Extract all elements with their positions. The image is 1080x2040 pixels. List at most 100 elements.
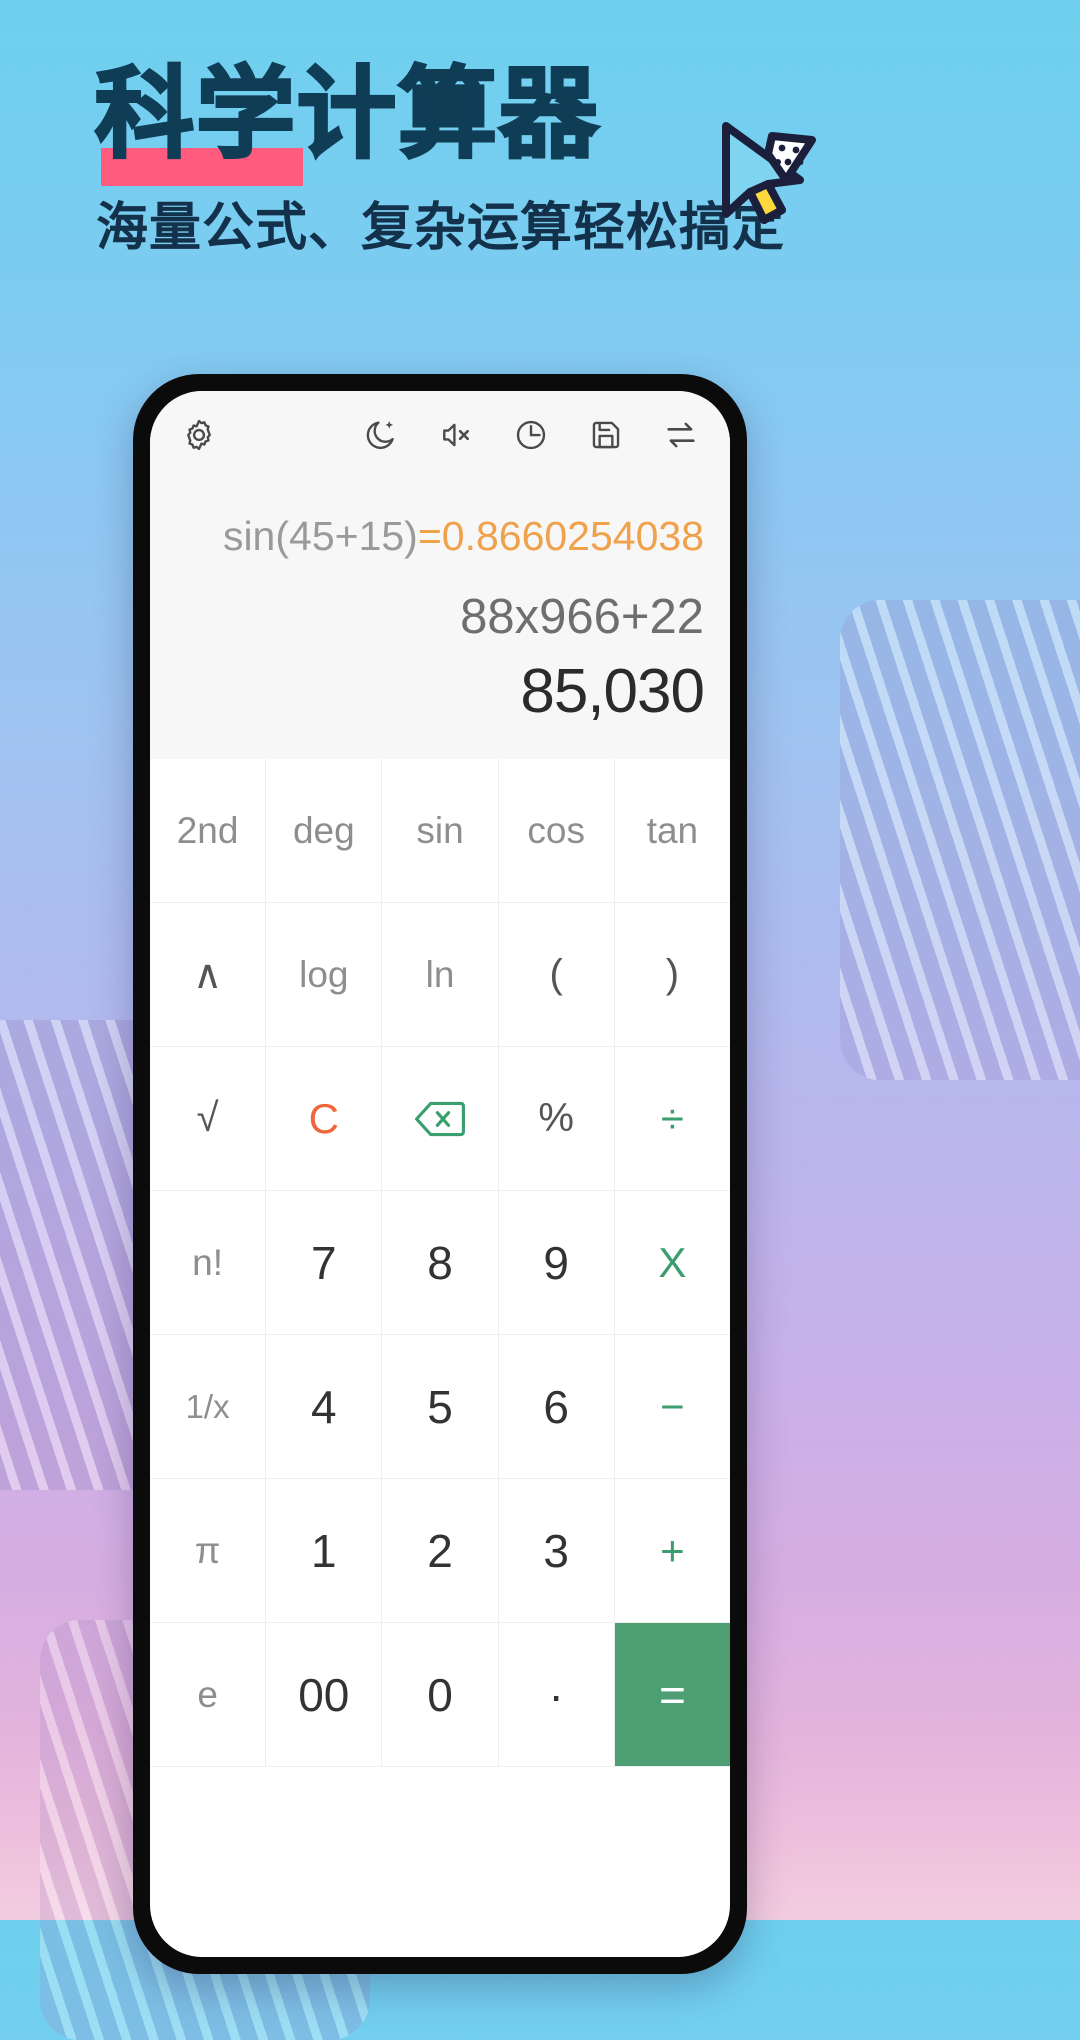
keypad-row: π 1 2 3 + bbox=[150, 1479, 730, 1623]
key-x[interactable]: X bbox=[614, 1191, 730, 1335]
key-label: 2nd bbox=[176, 809, 239, 851]
key-1-x[interactable]: 1/x bbox=[150, 1335, 267, 1479]
key-label: = bbox=[658, 1668, 686, 1721]
key-log[interactable]: log bbox=[266, 903, 383, 1047]
key-label: 9 bbox=[543, 1236, 569, 1289]
key-3[interactable]: 3 bbox=[498, 1479, 615, 1623]
history-equals: = bbox=[417, 512, 442, 559]
key-label: n! bbox=[192, 1241, 224, 1283]
key-label: ∧ bbox=[192, 952, 223, 997]
key-label: cos bbox=[527, 809, 585, 851]
key-[interactable]: ÷ bbox=[614, 1047, 730, 1191]
key-deg[interactable]: deg bbox=[266, 759, 383, 903]
key-label: + bbox=[660, 1526, 685, 1574]
key-n[interactable]: n! bbox=[150, 1191, 267, 1335]
decorative-stripes-right bbox=[840, 600, 1080, 1080]
key-0[interactable]: 0 bbox=[382, 1623, 499, 1767]
keypad-row: √ C% ÷ bbox=[150, 1047, 730, 1191]
key-label: ( bbox=[549, 952, 563, 996]
key-label: · bbox=[548, 1668, 564, 1721]
key-[interactable]: = bbox=[614, 1623, 730, 1767]
key-2nd[interactable]: 2nd bbox=[150, 759, 267, 903]
key-e[interactable]: e bbox=[150, 1623, 267, 1767]
speaker-mute-icon[interactable] bbox=[437, 416, 475, 454]
key-backspace[interactable] bbox=[382, 1047, 499, 1191]
headline-wrap: 科学计算器 bbox=[94, 57, 600, 186]
backspace-icon bbox=[415, 1101, 465, 1136]
key-label: ÷ bbox=[660, 1094, 684, 1142]
key-label: e bbox=[197, 1673, 218, 1715]
key-label: 8 bbox=[427, 1236, 453, 1289]
key-label: 3 bbox=[543, 1524, 569, 1577]
key-9[interactable]: 9 bbox=[498, 1191, 615, 1335]
key-[interactable]: − bbox=[614, 1335, 730, 1479]
key-1[interactable]: 1 bbox=[266, 1479, 383, 1623]
key-label: deg bbox=[292, 809, 355, 851]
key-label: 1 bbox=[311, 1524, 337, 1577]
key-label: % bbox=[538, 1096, 574, 1140]
key-00[interactable]: 00 bbox=[266, 1623, 383, 1767]
key-label: C bbox=[308, 1094, 339, 1142]
key-[interactable]: ( bbox=[498, 903, 615, 1047]
key-label: 4 bbox=[311, 1380, 337, 1433]
keypad-row: n! 7 8 9 X bbox=[150, 1191, 730, 1335]
key-7[interactable]: 7 bbox=[266, 1191, 383, 1335]
save-screenshot-icon[interactable] bbox=[587, 416, 625, 454]
clock-icon[interactable] bbox=[512, 416, 550, 454]
key-sin[interactable]: sin bbox=[382, 759, 499, 903]
key-label: X bbox=[658, 1238, 687, 1286]
key-ln[interactable]: ln bbox=[382, 903, 499, 1047]
key-label: 00 bbox=[298, 1668, 350, 1721]
moon-star-icon[interactable] bbox=[362, 416, 400, 454]
key-label: ) bbox=[665, 952, 680, 996]
key-c[interactable]: C bbox=[266, 1047, 383, 1191]
page-subtitle: 海量公式、复杂运算轻松搞定 bbox=[96, 197, 786, 258]
key-[interactable]: % bbox=[498, 1047, 615, 1191]
key-label: 1/x bbox=[185, 1387, 230, 1425]
key-2[interactable]: 2 bbox=[382, 1479, 499, 1623]
key-[interactable]: π bbox=[150, 1479, 267, 1623]
key-4[interactable]: 4 bbox=[266, 1335, 383, 1479]
keypad-row: 2nd deg sin cos tan bbox=[150, 759, 730, 903]
keypad-row: e 00 0 · = bbox=[150, 1623, 730, 1767]
key-[interactable]: · bbox=[498, 1623, 615, 1767]
keypad-row: ∧ log ln () bbox=[150, 903, 730, 1047]
calculator-display: sin(45+15)=0.8660254038 88x966+22 85,030 bbox=[150, 479, 730, 759]
display-result[interactable]: 85,030 bbox=[176, 655, 705, 729]
key-label: log bbox=[299, 953, 349, 995]
phone-mockup: sin(45+15)=0.8660254038 88x966+22 85,030… bbox=[133, 374, 747, 1974]
page-title: 科学计算器 bbox=[94, 57, 600, 172]
key-6[interactable]: 6 bbox=[498, 1335, 615, 1479]
display-expression[interactable]: 88x966+22 bbox=[176, 588, 704, 647]
key-[interactable]: ∧ bbox=[150, 903, 267, 1047]
key-label: 7 bbox=[311, 1236, 337, 1289]
app-toolbar bbox=[150, 391, 730, 479]
toolbar-left-group bbox=[180, 416, 218, 454]
key-label: tan bbox=[646, 809, 699, 851]
keypad-row: 1/x 4 5 6 − bbox=[150, 1335, 730, 1479]
gear-icon[interactable] bbox=[180, 416, 218, 454]
key-label: ln bbox=[425, 953, 455, 995]
key-label: 6 bbox=[543, 1380, 569, 1433]
key-8[interactable]: 8 bbox=[382, 1191, 499, 1335]
key-[interactable]: + bbox=[614, 1479, 730, 1623]
calculator-keypad: 2nd deg sin cos tan ∧ log ln () √ C% ÷ n! 7 8 9 X 1/x 4 5 6 −… bbox=[150, 759, 730, 1767]
history-expression: sin(45+15) bbox=[222, 512, 418, 559]
history-result: 0.8660254038 bbox=[441, 512, 704, 559]
key-label: 5 bbox=[427, 1380, 453, 1433]
key-tan[interactable]: tan bbox=[614, 759, 730, 903]
key-label: π bbox=[194, 1529, 221, 1571]
key-5[interactable]: 5 bbox=[382, 1335, 499, 1479]
swap-arrows-icon[interactable] bbox=[662, 416, 700, 454]
key-label: − bbox=[660, 1382, 685, 1430]
calculator-app-screen: sin(45+15)=0.8660254038 88x966+22 85,030… bbox=[150, 391, 730, 1957]
toolbar-right-group bbox=[362, 416, 700, 454]
cursor-arrow-icon bbox=[722, 122, 816, 224]
key-[interactable]: √ bbox=[150, 1047, 267, 1191]
key-label: sin bbox=[416, 809, 464, 851]
key-label: 0 bbox=[427, 1668, 453, 1721]
key-[interactable]: ) bbox=[614, 903, 730, 1047]
promo-header: 科学计算器 海量公式、复杂运算轻松搞定 bbox=[0, 0, 1080, 260]
key-cos[interactable]: cos bbox=[498, 759, 615, 903]
display-history-line[interactable]: sin(45+15)=0.8660254038 bbox=[176, 511, 704, 562]
